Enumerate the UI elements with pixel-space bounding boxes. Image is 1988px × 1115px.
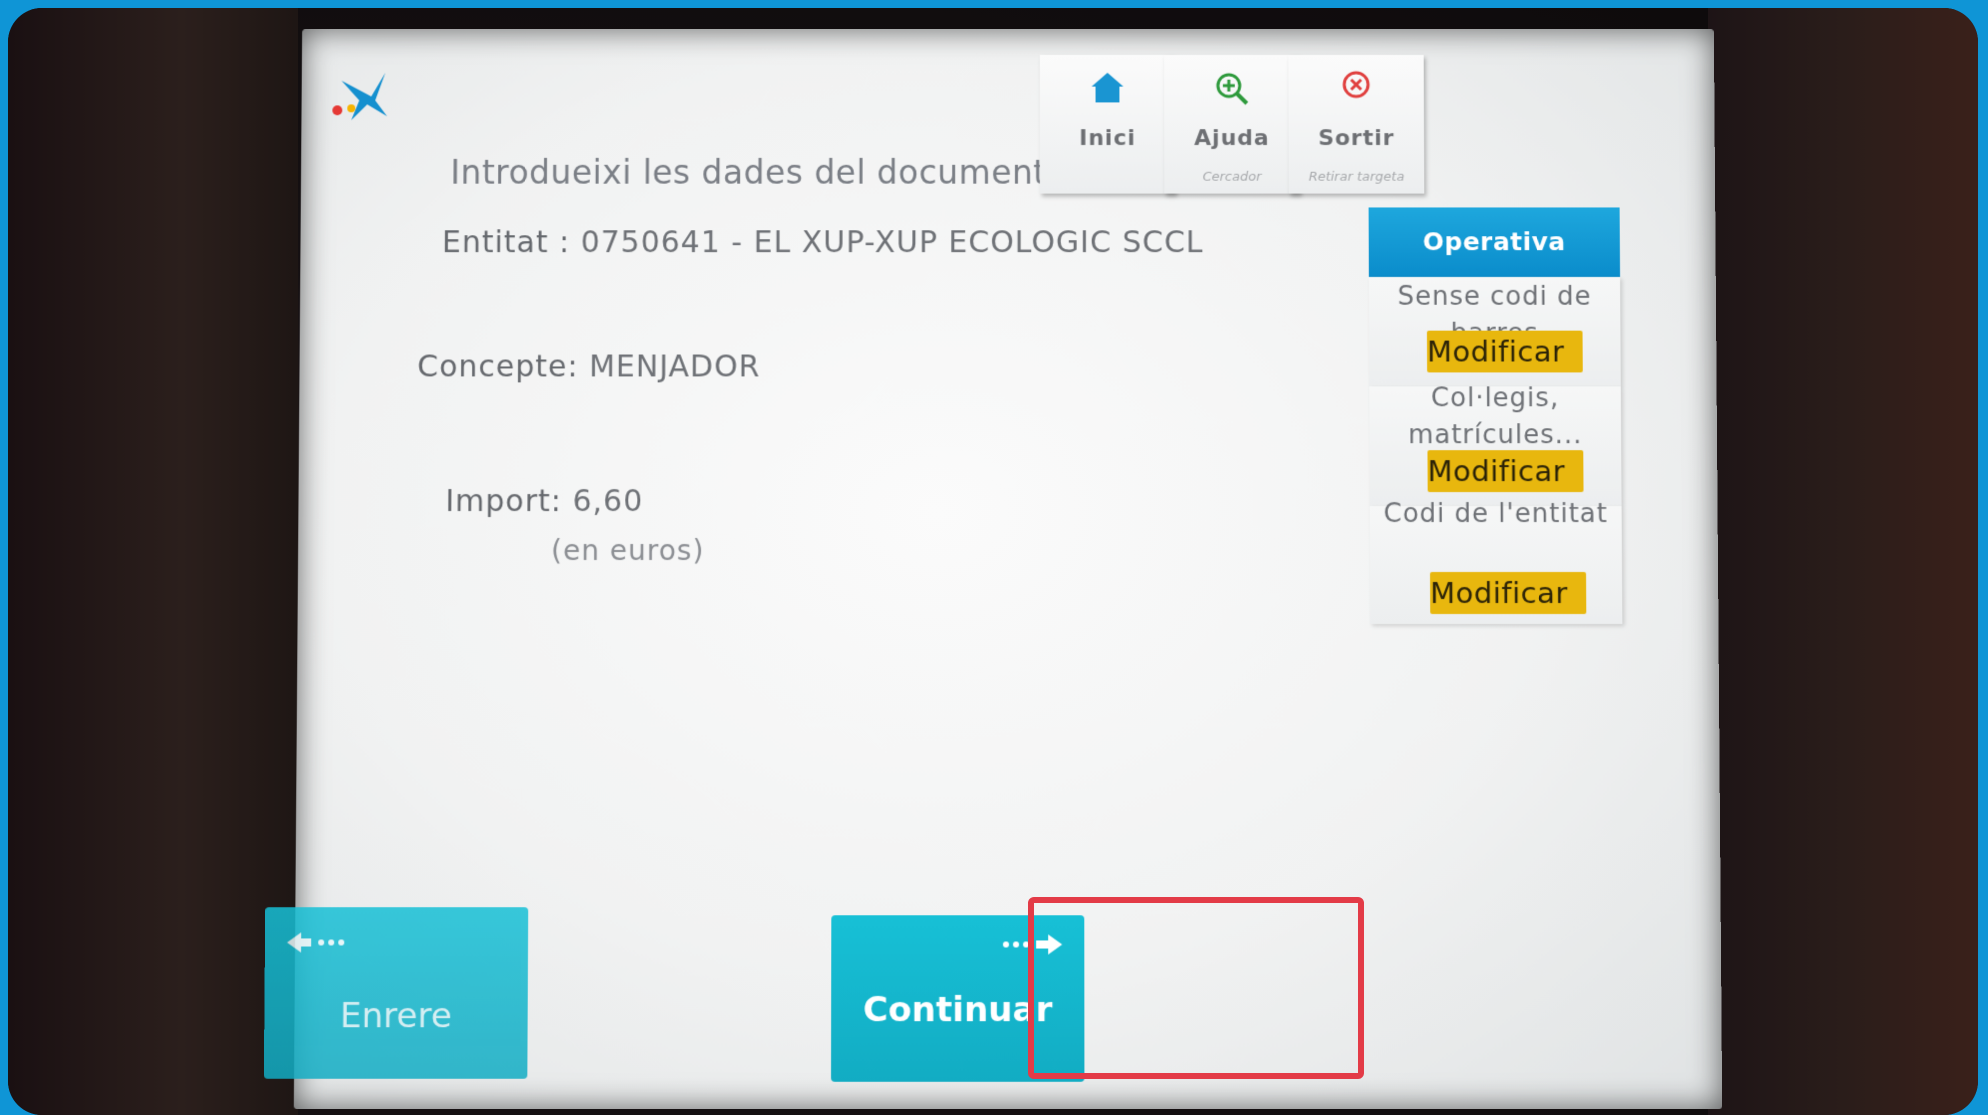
concepte-row: Concepte: MENJADOR — [417, 350, 760, 385]
import-label: Import: — [445, 484, 563, 520]
modify-barcode-button[interactable]: Modificar — [1426, 330, 1583, 373]
help-button-sublabel: Cercador — [1202, 169, 1262, 185]
entitat-value: 0750641 - EL XUP-XUP ECOLOGIC SCCL — [580, 225, 1204, 261]
bank-star-logo — [332, 72, 388, 121]
exit-button-label: Sortir — [1318, 126, 1395, 151]
page-title: Introdueixi les dades del document — [450, 152, 1047, 192]
home-icon — [1091, 72, 1124, 103]
exit-button-sublabel: Retirar targeta — [1308, 169, 1405, 185]
continue-highlight-box — [1028, 897, 1364, 1079]
atm-photo-frame: Introdueixi les dades del document Inici… — [8, 8, 1978, 1115]
magnifier-plus-icon — [1212, 69, 1252, 109]
import-unit: (en euros) — [550, 534, 705, 567]
home-button[interactable]: Inici — [1039, 54, 1176, 194]
import-row: Import: 6,60 — [445, 484, 643, 519]
home-button-label: Inici — [1079, 126, 1136, 151]
modify-schools-button[interactable]: Modificar — [1427, 450, 1584, 493]
import-value: 6,60 — [572, 484, 644, 520]
modify-entity-code-button[interactable]: Modificar — [1430, 571, 1587, 615]
entitat-row: Entitat : 0750641 - EL XUP-XUP ECOLOGIC … — [442, 225, 1204, 260]
concepte-label: Concepte: — [417, 349, 579, 385]
concepte-value: MENJADOR — [589, 349, 761, 385]
atm-bezel-right — [1708, 8, 1978, 1115]
arrow-left-icon — [286, 932, 345, 953]
exit-button[interactable]: Sortir Retirar targeta — [1288, 54, 1425, 194]
atm-bezel-left — [8, 8, 298, 1115]
help-button-label: Ajuda — [1194, 126, 1270, 151]
atm-screen: Introdueixi les dades del document Inici… — [263, 29, 1723, 1110]
help-button[interactable]: Ajuda Cercador — [1164, 54, 1300, 194]
operativa-header: Operativa — [1368, 207, 1621, 277]
back-button-label: Enrere — [339, 995, 453, 1037]
sidebar-item-label: Col·legis, matrícules... — [1408, 383, 1583, 451]
entitat-label: Entitat : — [441, 225, 571, 261]
sidebar-item-label: Codi de l'entitat — [1383, 499, 1608, 530]
back-button[interactable]: Enrere — [263, 907, 529, 1079]
close-circle-icon — [1336, 69, 1376, 109]
